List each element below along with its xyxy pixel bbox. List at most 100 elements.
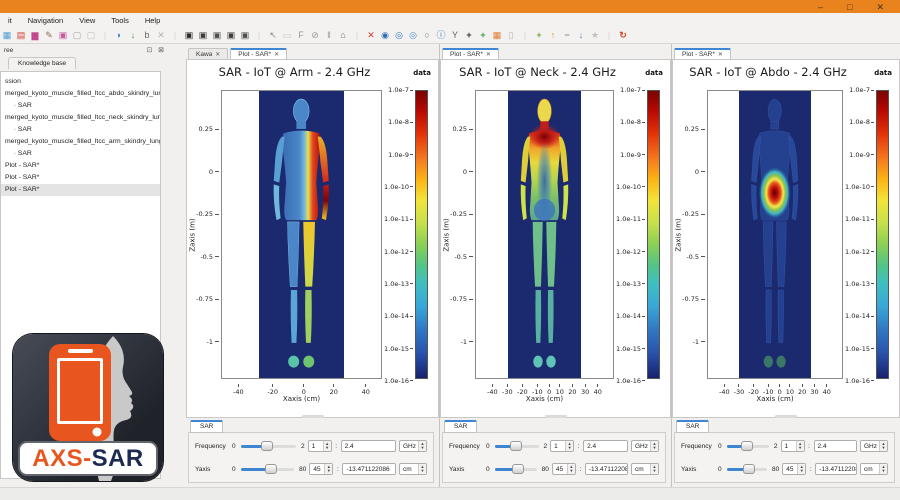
menu-help[interactable]: Help (137, 16, 168, 25)
import-icon[interactable]: ↓ (126, 28, 140, 43)
frequency-unit-select[interactable]: GHz▲▼ (631, 440, 659, 452)
frequency-value-field[interactable]: 2.4 (814, 440, 857, 452)
save-kd-icon[interactable]: ▣ (238, 28, 252, 43)
info-icon[interactable]: ⓘ (434, 28, 448, 43)
combo-down-icon[interactable]: ▼ (421, 469, 425, 473)
frequency-slider[interactable] (241, 445, 296, 448)
pause-icon[interactable]: ‖ (322, 28, 336, 43)
frequency-value-field[interactable]: 2.4 (583, 440, 628, 452)
save-disabled-icon[interactable]: ▢ (70, 28, 84, 43)
tree-item-sar[interactable]: ▫SAR (1, 100, 160, 112)
tree-item-model-neck[interactable]: merged_kyoto_muscle_filled_ltcc_neck_ski… (1, 112, 160, 124)
spin-down-icon[interactable]: ▼ (568, 446, 572, 450)
plot-area-arm[interactable]: SAR - IoT @ Arm - 2.4 GHz data Zaxis (m)… (186, 59, 439, 418)
tab-knowledge-base[interactable]: Knowledge base (8, 57, 76, 69)
zoom-region-icon[interactable]: ◎ (406, 28, 420, 43)
move-up-icon[interactable]: ↑ (546, 28, 560, 43)
chart-icon[interactable]: ▆ (28, 28, 42, 43)
doc-blue-icon[interactable]: ◗ (112, 28, 126, 43)
splitter-grip[interactable] (545, 415, 567, 418)
frequency-value-field[interactable]: 2.4 (341, 440, 396, 452)
yaxis-value-field[interactable]: -13.471122086 (815, 463, 857, 475)
tab-plot-sar[interactable]: Plot - SAR*✕ (230, 48, 287, 59)
menu-edit-partial[interactable]: it (0, 16, 20, 25)
maximize-button[interactable]: □ (847, 2, 852, 12)
spin-down-icon[interactable]: ▼ (569, 469, 573, 473)
close-panel-icon[interactable]: ⊠ (158, 47, 164, 54)
tab-sar-controls[interactable]: SAR (444, 420, 477, 433)
yaxis-value-field[interactable]: -13.471122086 (585, 463, 628, 475)
yaxis-slider[interactable] (727, 468, 767, 471)
move-down-icon[interactable]: ↓ (574, 28, 588, 43)
frequency-unit-select[interactable]: GHz▲▼ (399, 440, 427, 452)
forbidden-icon[interactable]: ⊘ (308, 28, 322, 43)
zoom-reset-icon[interactable]: ○ (420, 28, 434, 43)
slider-handle[interactable] (510, 441, 522, 451)
grid-green-icon[interactable]: + (476, 28, 490, 43)
tab-plot-sar[interactable]: Plot - SAR*✕ (674, 48, 731, 59)
tree-item-sar[interactable]: ▫SAR (1, 124, 160, 136)
save-disabled2-icon[interactable]: ▢ (84, 28, 98, 43)
probe-icon[interactable]: Y (448, 28, 462, 43)
tree-item-plot-sar[interactable]: Plot - SAR* (1, 184, 160, 196)
combo-down-icon[interactable]: ▼ (882, 469, 886, 473)
tree-item-session[interactable]: ssion (1, 76, 160, 88)
spin-down-icon[interactable]: ▼ (798, 446, 802, 450)
clear-icon[interactable]: ✕ (154, 28, 168, 43)
float-panel-icon[interactable]: ⊡ (146, 47, 152, 54)
blank-page-icon[interactable]: ▭ (280, 28, 294, 43)
menu-navigation[interactable]: Navigation (20, 16, 71, 25)
pdf-icon[interactable]: ▤ (14, 28, 28, 43)
combo-down-icon[interactable]: ▼ (882, 446, 886, 450)
zoom-out-icon[interactable]: ◎ (392, 28, 406, 43)
yaxis-unit-select[interactable]: cm▲▼ (399, 463, 427, 475)
palette-icon[interactable]: ▦ (490, 28, 504, 43)
save-k-icon[interactable]: ▣ (210, 28, 224, 43)
frequency-slider[interactable] (495, 445, 539, 448)
frequency-slider[interactable] (727, 445, 769, 448)
slider-handle[interactable] (261, 441, 273, 451)
remove-icon[interactable]: − (560, 28, 574, 43)
menu-tools[interactable]: Tools (103, 16, 137, 25)
combo-down-icon[interactable]: ▼ (653, 469, 657, 473)
cut-icon[interactable]: ✕ (364, 28, 378, 43)
refresh-icon[interactable]: ↻ (616, 28, 630, 43)
home-icon[interactable]: ⌂ (336, 28, 350, 43)
splitter-grip[interactable] (775, 415, 797, 418)
plot-area-neck[interactable]: SAR - IoT @ Neck - 2.4 GHz data Zaxis (m… (440, 59, 671, 418)
spin-down-icon[interactable]: ▼ (325, 446, 329, 450)
save-wave-icon[interactable]: ▣ (224, 28, 238, 43)
minimize-button[interactable]: – (818, 2, 823, 12)
combo-down-icon[interactable]: ▼ (653, 446, 657, 450)
save-icon[interactable]: ▣ (182, 28, 196, 43)
image-icon[interactable]: ▦ (0, 28, 14, 43)
tab-sar-controls[interactable]: SAR (190, 420, 223, 433)
edit-icon[interactable]: ✎ (42, 28, 56, 43)
spin-down-icon[interactable]: ▼ (327, 469, 331, 473)
tree-item-model-abdo[interactable]: merged_kyoto_muscle_filled_ltcc_abdo_ski… (1, 88, 160, 100)
combo-down-icon[interactable]: ▼ (421, 446, 425, 450)
grid-icon[interactable]: + (462, 28, 476, 43)
save-plot-icon[interactable]: ▣ (196, 28, 210, 43)
frequency-spinner[interactable]: 1▲▼ (781, 440, 805, 452)
slider-handle[interactable] (265, 464, 277, 474)
favorite-icon[interactable]: ★ (588, 28, 602, 43)
slider-handle[interactable] (512, 464, 524, 474)
yaxis-value-field[interactable]: -13.471122086 (342, 463, 396, 475)
function-icon[interactable]: F (294, 28, 308, 43)
tab-close-icon[interactable]: ✕ (718, 51, 723, 58)
slider-handle[interactable] (741, 441, 753, 451)
frequency-spinner[interactable]: 1▲▼ (550, 440, 574, 452)
page-icon[interactable]: ▯ (504, 28, 518, 43)
yaxis-unit-select[interactable]: cm▲▼ (860, 463, 888, 475)
spin-down-icon[interactable]: ▼ (800, 469, 804, 473)
yaxis-spinner[interactable]: 45▲▼ (782, 463, 806, 475)
tab-close-icon[interactable]: ✕ (486, 51, 491, 58)
yaxis-spinner[interactable]: 45▲▼ (552, 463, 576, 475)
splitter-grip[interactable] (302, 415, 324, 418)
tree-item-sar[interactable]: ▫SAR (1, 148, 160, 160)
frequency-unit-select[interactable]: GHz▲▼ (860, 440, 888, 452)
tab-close-icon[interactable]: ✕ (215, 51, 220, 58)
b-icon[interactable]: b (140, 28, 154, 43)
add-icon[interactable]: + (532, 28, 546, 43)
